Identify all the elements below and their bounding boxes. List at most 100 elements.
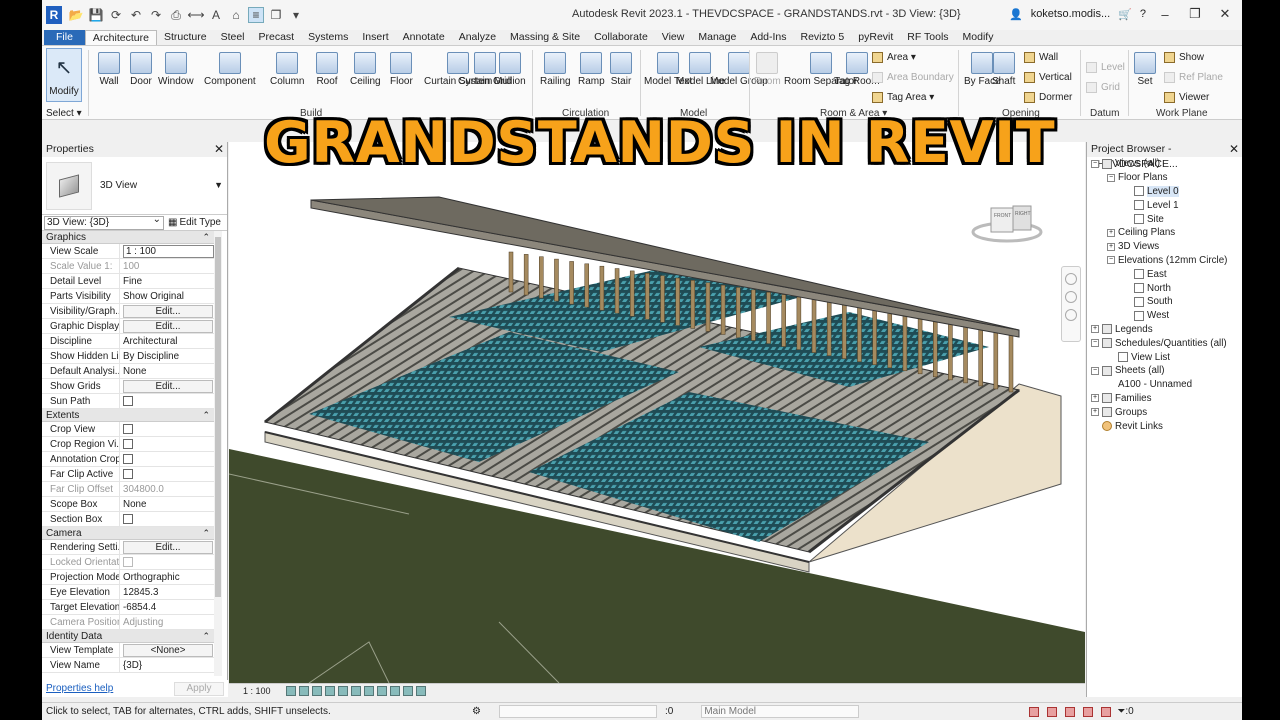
component-button[interactable]: Component <box>204 52 256 88</box>
value-field[interactable]: 1 : 100 <box>123 245 214 258</box>
property-value[interactable]: None <box>120 364 214 378</box>
save-icon[interactable]: 💾 <box>88 7 104 23</box>
tab-file[interactable]: File <box>44 30 85 45</box>
property-value[interactable] <box>120 467 214 481</box>
mullion-button[interactable]: Mullion <box>494 52 526 88</box>
tab-insert[interactable]: Insert <box>355 30 395 45</box>
edit-button[interactable]: Edit... <box>123 305 213 318</box>
tree-item-revit-links[interactable]: Revit Links <box>1087 419 1242 433</box>
expand-icon[interactable]: + <box>1107 228 1115 237</box>
stair-button[interactable]: Stair <box>610 52 632 88</box>
revit-logo-icon[interactable]: R <box>46 6 62 24</box>
group-camera[interactable]: Camera ⌃ <box>42 527 214 540</box>
tree-item-east[interactable]: East <box>1087 267 1242 281</box>
scroll-thumb[interactable] <box>215 237 221 597</box>
close-icon[interactable]: ✕ <box>214 142 224 157</box>
properties-scrollbar[interactable] <box>214 231 222 676</box>
user-name[interactable]: koketso.modis... <box>1031 8 1110 20</box>
property-value[interactable]: <None> <box>120 643 214 657</box>
tree-item-groups[interactable]: + Groups <box>1087 405 1242 419</box>
checkbox[interactable] <box>123 439 133 449</box>
column-button[interactable]: Column <box>270 52 304 88</box>
property-value[interactable]: Architectural <box>120 334 214 348</box>
area-boundary-button[interactable]: Area Boundary <box>872 72 954 83</box>
dormer-button[interactable]: Dormer <box>1024 92 1072 103</box>
grid-button[interactable]: Grid <box>1086 82 1120 93</box>
tree-item-floor-plans[interactable]: − Floor Plans <box>1087 171 1242 185</box>
property-value[interactable]: Show Original <box>120 289 214 303</box>
property-value[interactable]: -6854.4 <box>120 600 214 614</box>
reveal-hidden-icon[interactable] <box>403 685 413 696</box>
zoom-icon[interactable] <box>1065 291 1077 303</box>
tree-item-legends[interactable]: + Legends <box>1087 323 1242 337</box>
crop-icon[interactable] <box>351 685 361 696</box>
floor-button[interactable]: Floor <box>390 52 413 88</box>
worksets-icon[interactable]: ⚙ <box>472 706 481 717</box>
cart-icon[interactable]: 🛒 <box>1118 8 1132 21</box>
select-underlay-icon[interactable] <box>1047 706 1058 717</box>
undo-icon[interactable]: ↶ <box>128 7 144 23</box>
open-icon[interactable]: 📂 <box>68 7 84 23</box>
level-button[interactable]: Level <box>1086 62 1125 73</box>
collapse-icon[interactable]: ⌃ <box>202 630 210 643</box>
property-value[interactable]: None <box>120 497 214 511</box>
tab-modify[interactable]: Modify <box>956 30 1001 45</box>
group-extents[interactable]: Extents ⌃ <box>42 409 214 422</box>
tab-systems[interactable]: Systems <box>301 30 355 45</box>
lock-view-icon[interactable] <box>377 685 387 696</box>
select-by-face-icon[interactable] <box>1083 706 1094 717</box>
properties-help-link[interactable]: Properties help <box>46 683 113 694</box>
ramp-button[interactable]: Ramp <box>578 52 605 88</box>
view-instance-dropdown[interactable]: 3D View: {3D} <box>44 214 164 230</box>
tab-view[interactable]: View <box>655 30 692 45</box>
collapse-icon[interactable]: ⌃ <box>202 409 210 422</box>
tree-item-view-list[interactable]: View List <box>1087 350 1242 364</box>
pan-icon[interactable] <box>1065 309 1077 321</box>
user-icon[interactable]: 👤 <box>1009 8 1023 21</box>
select-pinned-icon[interactable] <box>1065 706 1076 717</box>
checkbox[interactable] <box>123 469 133 479</box>
tree-item-north[interactable]: North <box>1087 281 1242 295</box>
tree-item-level-1[interactable]: Level 1 <box>1087 198 1242 212</box>
tree-item-families[interactable]: + Families <box>1087 392 1242 406</box>
show-button[interactable]: Show <box>1164 52 1204 63</box>
tab-collaborate[interactable]: Collaborate <box>587 30 655 45</box>
sun-path-icon[interactable] <box>312 685 322 696</box>
door-button[interactable]: Door <box>130 52 152 88</box>
collapse-icon[interactable]: − <box>1107 173 1115 182</box>
restore-button[interactable]: ❐ <box>1184 6 1206 22</box>
property-value[interactable]: 12845.3 <box>120 585 214 599</box>
ref-plane-button[interactable]: Ref Plane <box>1164 72 1223 83</box>
tree-item-site[interactable]: Site <box>1087 212 1242 226</box>
group-identity-data[interactable]: Identity Data ⌃ <box>42 630 214 643</box>
design-option-dropdown[interactable]: Main Model <box>701 705 860 718</box>
tag-area-button[interactable]: Tag Area ▾ <box>872 92 934 103</box>
tree-item-sheets-all[interactable]: − Sheets (all) <box>1087 364 1242 378</box>
property-value[interactable]: 1 : 100 <box>120 244 214 258</box>
customize-qat-icon[interactable]: ▾ <box>288 7 304 23</box>
switch-windows-icon[interactable]: ❐ <box>268 7 284 23</box>
3d-viewport[interactable]: FRONT RIGHT 1 : 100 <box>229 142 1085 697</box>
window-button[interactable]: Window <box>158 52 194 88</box>
edit-button[interactable]: Edit... <box>123 541 213 554</box>
tab-precast[interactable]: Precast <box>252 30 302 45</box>
close-icon[interactable]: ✕ <box>1229 142 1239 157</box>
tab-revizto-5[interactable]: Revizto 5 <box>794 30 852 45</box>
print-icon[interactable]: ⎙ <box>168 7 184 23</box>
sync-icon[interactable]: ⟳ <box>108 7 124 23</box>
temp-hide-icon[interactable] <box>390 685 400 696</box>
expand-icon[interactable]: + <box>1091 408 1099 417</box>
ceiling-button[interactable]: Ceiling <box>350 52 381 88</box>
property-value[interactable]: Edit... <box>120 304 214 318</box>
tree-item-west[interactable]: West <box>1087 309 1242 323</box>
property-value[interactable] <box>120 452 214 466</box>
collapse-icon[interactable]: ⌃ <box>202 231 210 244</box>
expand-icon[interactable]: + <box>1091 325 1099 334</box>
property-value[interactable]: Edit... <box>120 540 214 554</box>
property-value[interactable] <box>120 422 214 436</box>
tab-steel[interactable]: Steel <box>214 30 252 45</box>
default-3d-view-icon[interactable]: ⌂ <box>228 7 244 23</box>
navigation-bar[interactable] <box>1061 266 1081 342</box>
property-value[interactable]: By Discipline <box>120 349 214 363</box>
text-icon[interactable]: A <box>208 7 224 23</box>
